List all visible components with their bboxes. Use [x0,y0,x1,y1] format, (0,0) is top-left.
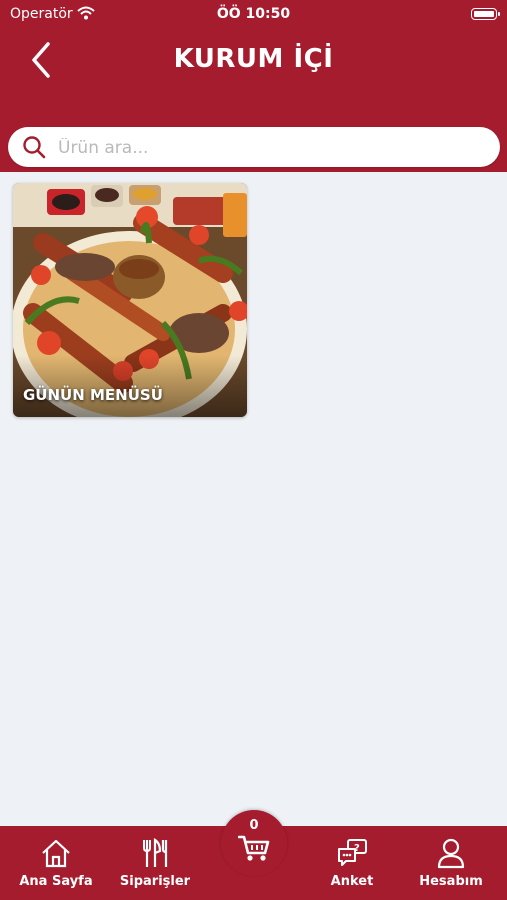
fork-knife-icon [143,838,168,867]
search-input[interactable] [56,127,480,169]
clock: ÖÖ 10:50 [216,6,291,22]
food-image [13,183,247,417]
search-icon [23,136,46,159]
category-card-daily-menu[interactable]: GÜNÜN MENÜSÜ [13,183,247,417]
tab-home-label: Ana Sayfa [19,874,93,889]
tab-survey-label: Anket [330,874,374,889]
header: Operatör ÖÖ 10:50 KURUM İÇİ [0,0,507,172]
category-label: GÜNÜN MENÜSÜ [23,386,163,404]
tab-orders[interactable]: Siparişler [110,826,200,900]
user-icon [437,838,465,869]
search-bar [8,127,500,169]
tab-account-label: Hesabım [419,874,483,889]
status-bar: Operatör ÖÖ 10:50 [0,6,507,24]
tab-survey[interactable]: ? Anket [307,826,397,900]
tab-account[interactable]: Hesabım [406,826,496,900]
tab-orders-label: Siparişler [119,874,191,889]
chat-question-icon: ? [338,839,367,866]
home-icon [42,839,70,868]
cart-count-badge: 0 [249,818,259,833]
tab-home[interactable]: Ana Sayfa [11,826,101,900]
page-title: KURUM İÇİ [173,44,334,74]
cart-button[interactable]: 0 [221,810,287,876]
shopping-cart-icon [238,835,270,861]
battery-icon [471,8,500,20]
